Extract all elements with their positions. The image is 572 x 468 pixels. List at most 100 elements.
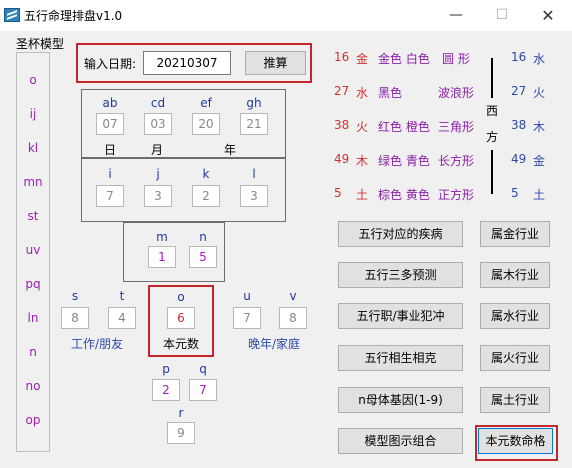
legend-shape-fire: 三角形 (438, 120, 475, 134)
metal-industry-button[interactable]: 属金行业 (480, 221, 550, 247)
value-s: 8 (61, 307, 89, 329)
value-r: 9 (167, 422, 195, 444)
legend-west-num-38: 38 (511, 118, 527, 132)
disease-button[interactable]: 五行对应的疾病 (338, 221, 463, 247)
label-k: k (202, 167, 210, 181)
fire-industry-button[interactable]: 属火行业 (480, 345, 550, 371)
legend-num-5: 5 (334, 186, 342, 200)
window-title: 五行命理排盘v1.0 (24, 9, 123, 23)
legend-west-num-49: 49 (511, 152, 527, 166)
legend-shape-wood: 长方形 (438, 154, 475, 168)
caption-day: 日 (104, 143, 117, 157)
legend-west-num-5: 5 (511, 186, 519, 200)
legend-west-num-16: 16 (511, 50, 527, 64)
group-label-mn: mn (23, 175, 43, 189)
date-label: 输入日期: (84, 57, 137, 71)
value-ab: 07 (96, 113, 124, 135)
group-label-st: st (27, 209, 39, 223)
caption-late-years-family: 晚年/家庭 (248, 337, 301, 351)
legend-num-27: 27 (334, 84, 350, 98)
group-label-op: op (25, 413, 41, 427)
direction-west: 西 (486, 104, 499, 118)
direction-line-top (491, 58, 493, 98)
generate-restrain-button[interactable]: 五行相生相克 (338, 345, 463, 371)
label-p: p (162, 362, 170, 376)
app-icon (4, 8, 20, 22)
value-gh: 21 (240, 113, 268, 135)
legend-west-num-27: 27 (511, 84, 527, 98)
legend-colors-water: 黑色 (378, 86, 403, 100)
value-k: 2 (192, 185, 220, 207)
legend-west-el-fire: 火 (533, 86, 546, 100)
maximize-button[interactable]: ☐ (479, 0, 525, 31)
label-s: s (71, 289, 79, 303)
caption-core-number: 本元数 (163, 337, 200, 351)
label-u: u (243, 289, 251, 303)
value-t: 4 (108, 307, 136, 329)
value-p: 2 (152, 379, 180, 401)
value-q: 7 (189, 379, 217, 401)
caption-year: 年 (224, 143, 237, 157)
label-v: v (289, 289, 297, 303)
legend-el-metal: 金 (356, 52, 369, 66)
label-q: q (199, 362, 207, 376)
legend-west-el-metal: 金 (533, 154, 546, 168)
group-label-kl: kl (27, 141, 39, 155)
calculate-button[interactable]: 推算 (245, 51, 306, 75)
label-l: l (252, 167, 256, 181)
value-v: 8 (279, 307, 307, 329)
group-label-n: n (29, 345, 37, 359)
earth-industry-button[interactable]: 属土行业 (480, 387, 550, 413)
legend-west-el-earth: 土 (533, 188, 546, 202)
caption-month: 月 (151, 143, 164, 157)
label-cd: cd (150, 96, 166, 110)
legend-num-38: 38 (334, 118, 350, 132)
value-o: 6 (167, 307, 195, 329)
value-cd: 03 (144, 113, 172, 135)
career-conflict-button[interactable]: 五行职/事业犯冲 (338, 303, 463, 329)
legend-num-49: 49 (334, 152, 350, 166)
group-label-ij: ij (29, 107, 37, 121)
direction-line-bottom (491, 150, 493, 194)
label-ab: ab (102, 96, 118, 110)
date-input[interactable]: 20210307 (143, 51, 231, 75)
legend-el-water: 水 (356, 86, 369, 100)
label-m: m (156, 230, 168, 244)
caption-work-friends: 工作/朋友 (71, 337, 124, 351)
model-diagram-button[interactable]: 模型图示组合 (338, 428, 463, 454)
destiny-button-highlight (475, 425, 558, 461)
legend-num-16: 16 (334, 50, 350, 64)
group-label-o: o (29, 73, 37, 87)
label-o: o (177, 290, 185, 304)
label-r: r (178, 406, 184, 420)
label-gh: gh (246, 96, 262, 110)
value-ef: 20 (192, 113, 220, 135)
legend-colors-wood: 绿色 青色 (378, 154, 430, 168)
value-j: 3 (144, 185, 172, 207)
legend-west-el-water: 水 (533, 52, 546, 66)
legend-el-wood: 木 (356, 154, 369, 168)
mother-gene-button[interactable]: n母体基因(1-9) (338, 387, 463, 413)
minimize-button[interactable]: — (433, 0, 479, 31)
legend-el-fire: 火 (356, 120, 369, 134)
label-t: t (119, 289, 125, 303)
direction-fang: 方 (486, 130, 499, 144)
legend-shape-metal: 圆 形 (442, 52, 470, 66)
label-ef: ef (200, 96, 212, 110)
group-label-ln: ln (27, 311, 39, 325)
value-n: 5 (189, 246, 217, 268)
group-label-pq: pq (25, 277, 41, 291)
legend-shape-water: 波浪形 (438, 86, 475, 100)
legend-el-earth: 土 (356, 188, 369, 202)
value-m: 1 (148, 246, 176, 268)
group-label-uv: uv (25, 243, 41, 257)
legend-colors-fire: 红色 橙色 (378, 120, 430, 134)
legend-west-el-wood: 木 (533, 120, 546, 134)
three-more-prediction-button[interactable]: 五行三多预测 (338, 262, 463, 288)
legend-colors-metal: 金色 白色 (378, 52, 430, 66)
label-n: n (199, 230, 207, 244)
close-button[interactable]: ✕ (525, 0, 571, 31)
group-title: 圣杯模型 (14, 35, 67, 52)
water-industry-button[interactable]: 属水行业 (480, 303, 550, 329)
wood-industry-button[interactable]: 属木行业 (480, 262, 550, 288)
